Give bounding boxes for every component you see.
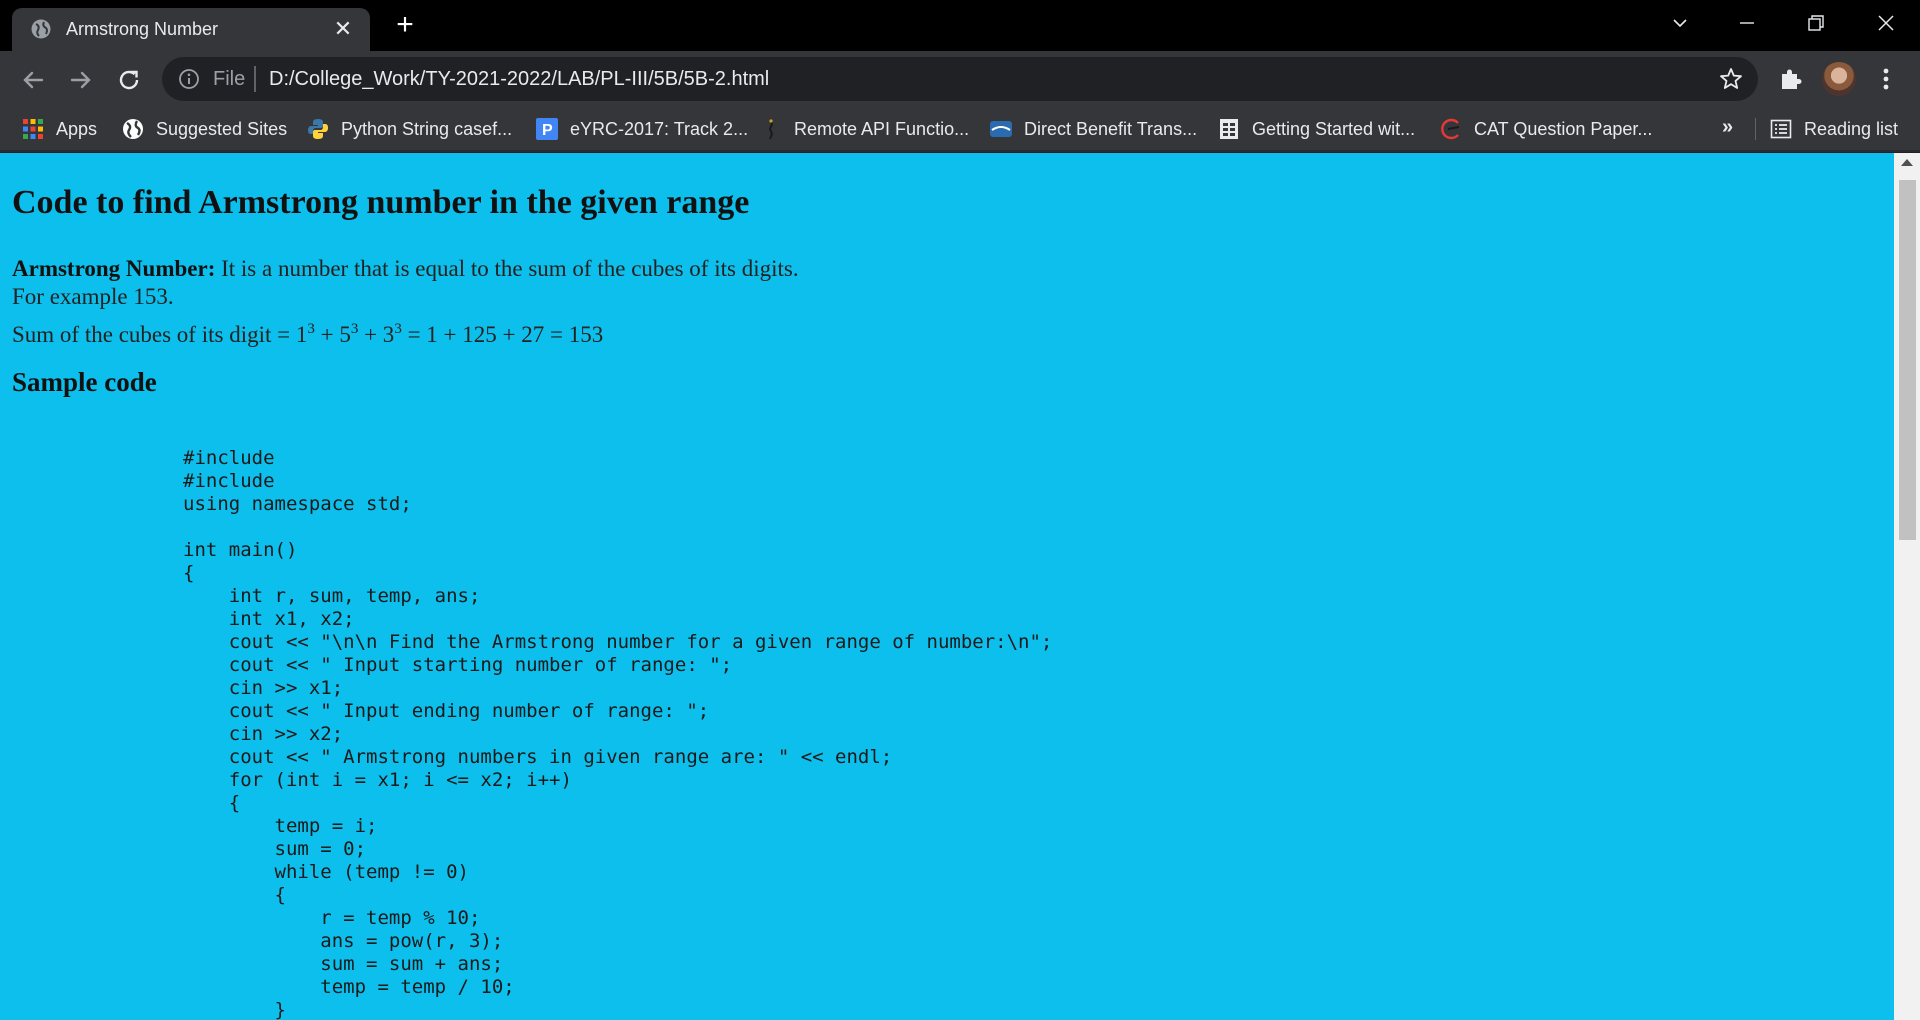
bookmark-star-icon[interactable]: [1718, 66, 1744, 92]
bookmark-direct-benefit[interactable]: Direct Benefit Trans...: [990, 114, 1197, 144]
tab-title: Armstrong Number: [66, 19, 219, 39]
bookmarks-divider: [1755, 118, 1756, 140]
address-separator: [254, 66, 256, 92]
globe-icon: [123, 119, 143, 139]
definition-text: It is a number that is equal to the sum …: [215, 256, 799, 281]
tab-search-icon[interactable]: [1660, 6, 1700, 40]
page-title: Code to find Armstrong number in the giv…: [12, 184, 750, 221]
page-viewport: Code to find Armstrong number in the giv…: [0, 153, 1894, 1020]
bookmark-label: eYRC-2017: Track 2...: [570, 118, 749, 139]
cat-logo-icon: [1441, 118, 1460, 140]
bookmarks-overflow-button[interactable]: »: [1722, 116, 1733, 139]
example-line: For example 153.: [12, 284, 174, 309]
bookmark-python-string[interactable]: Python String casef...: [307, 114, 512, 144]
reload-icon[interactable]: [112, 63, 146, 97]
extensions-puzzle-icon[interactable]: [1776, 65, 1804, 93]
sum-prefix: Sum of the cubes of its digit = 1: [12, 322, 308, 347]
apps-grid-icon: [23, 119, 43, 139]
bookmark-remote-api[interactable]: Remote API Functio...: [760, 114, 969, 144]
restore-button[interactable]: [1796, 6, 1836, 40]
definition-line: Armstrong Number: It is a number that is…: [12, 255, 799, 283]
armstrong-description: Armstrong Number: It is a number that is…: [12, 255, 799, 349]
vertical-scrollbar[interactable]: [1894, 153, 1920, 1020]
forward-icon[interactable]: [64, 63, 98, 97]
bookmark-eyrc[interactable]: P eYRC-2017: Track 2...: [536, 114, 748, 144]
profile-avatar[interactable]: [1822, 62, 1856, 96]
exponent: 3: [307, 321, 315, 337]
tab-strip: Armstrong Number ✕ +: [0, 0, 1920, 51]
exponent: 3: [394, 321, 402, 337]
sum-term-3: + 3: [358, 322, 395, 347]
bookmark-label: CAT Question Paper...: [1474, 118, 1653, 139]
browser-toolbar: File D:/College_Work/TY-2021-2022/LAB/PL…: [0, 51, 1920, 106]
bookmark-label: Suggested Sites: [156, 118, 288, 139]
new-tab-button[interactable]: +: [390, 10, 420, 41]
back-icon[interactable]: [16, 63, 50, 97]
robot-figure-icon: [768, 119, 774, 140]
scroll-thumb[interactable]: [1899, 180, 1916, 540]
reading-list-label: Reading list: [1804, 118, 1899, 139]
sum-line: Sum of the cubes of its digit = 13 + 53 …: [12, 315, 799, 349]
bookmarks-bar: Apps Suggested Sites Python String casef…: [0, 106, 1920, 152]
sample-code-heading: Sample code: [12, 367, 157, 397]
bookmark-label: Getting Started wit...: [1252, 118, 1416, 139]
reading-list-icon: [1770, 119, 1792, 139]
info-icon[interactable]: [178, 68, 200, 90]
more-vert-icon[interactable]: [1872, 65, 1900, 93]
globe-icon: [31, 19, 51, 39]
bookmark-cat-question[interactable]: CAT Question Paper...: [1440, 114, 1652, 144]
bookmark-label: Python String casef...: [341, 118, 513, 139]
p-logo-icon: P: [536, 118, 558, 140]
svg-text:P: P: [542, 122, 553, 139]
reading-list-button[interactable]: Reading list: [1770, 114, 1898, 144]
document-icon: [1220, 119, 1238, 139]
bookmark-getting-started[interactable]: Getting Started wit...: [1218, 114, 1415, 144]
bookmark-apps[interactable]: Apps: [22, 114, 97, 144]
definition-term: Armstrong Number:: [12, 256, 216, 281]
file-label: File: [213, 68, 246, 90]
url-text[interactable]: D:/College_Work/TY-2021-2022/LAB/PL-III/…: [269, 67, 769, 91]
code-block: #include #include using namespace std; i…: [183, 447, 1053, 1020]
bookmark-label: Remote API Functio...: [794, 118, 970, 139]
tab-armstrong-number[interactable]: Armstrong Number ✕: [12, 8, 370, 51]
python-logo-icon: [308, 119, 328, 139]
minimize-button[interactable]: [1727, 6, 1767, 40]
bookmark-label: Apps: [56, 118, 98, 139]
close-window-button[interactable]: [1866, 6, 1906, 40]
close-tab-icon[interactable]: ✕: [330, 16, 356, 42]
bookmark-suggested-sites[interactable]: Suggested Sites: [122, 114, 287, 144]
sum-result: = 1 + 125 + 27 = 153: [401, 322, 604, 347]
bookmark-label: Direct Benefit Trans...: [1024, 118, 1198, 139]
scroll-up-arrow-icon[interactable]: [1901, 159, 1913, 166]
address-bar[interactable]: File D:/College_Work/TY-2021-2022/LAB/PL…: [162, 57, 1758, 101]
sum-term-5: + 5: [314, 322, 351, 347]
dbt-logo-icon: [990, 121, 1012, 137]
